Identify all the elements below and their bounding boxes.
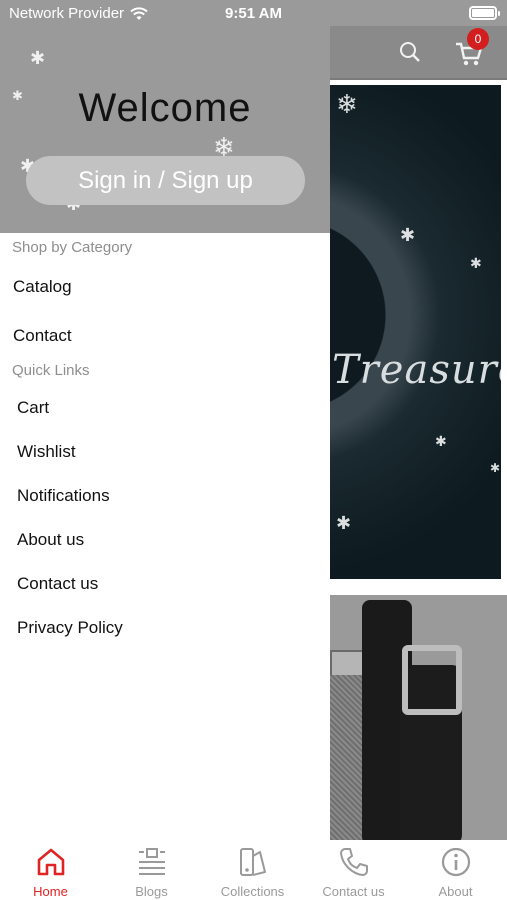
search-icon[interactable] (398, 40, 422, 64)
shop-by-category-label: Shop by Category (12, 239, 133, 256)
info-icon (441, 847, 470, 877)
home-icon (37, 848, 64, 876)
menu-item-catalog[interactable]: Catalog (13, 277, 72, 297)
banner-text: Treasure (332, 347, 501, 393)
product-image[interactable] (330, 595, 507, 840)
status-time: 9:51 AM (225, 5, 282, 22)
status-bar: Network Provider 9:51 AM (0, 0, 507, 26)
welcome-title: Welcome (78, 86, 252, 130)
snowflake-icon: ✱ (490, 461, 501, 475)
snowflake-icon: ✱ (30, 48, 46, 68)
phone-icon (339, 848, 368, 876)
tab-label: Collections (220, 884, 285, 899)
blogs-icon (138, 848, 165, 875)
snowflake-icon: ✱ (470, 255, 482, 271)
battery-icon (469, 6, 500, 20)
tab-label: Contact us (322, 884, 385, 899)
tab-home[interactable]: Home (0, 846, 101, 899)
tab-label: About (438, 884, 473, 899)
menu-item-wishlist[interactable]: Wishlist (17, 442, 76, 462)
menu-item-privacy-policy[interactable]: Privacy Policy (17, 618, 123, 638)
tab-collections[interactable]: Collections (202, 846, 303, 899)
cart-count-badge: 0 (467, 28, 489, 50)
menu-item-about-us[interactable]: About us (17, 530, 84, 550)
quick-links-label: Quick Links (12, 362, 90, 379)
tab-label: Blogs (135, 884, 168, 899)
tab-label: Home (33, 884, 68, 899)
tab-blogs[interactable]: Blogs (101, 846, 202, 899)
drawer-header: ✱ ✱ ❄ ✱ ✱ Welcome Sign in / Sign up (0, 26, 330, 233)
side-drawer: ✱ ✱ ❄ ✱ ✱ Welcome Sign in / Sign up Shop… (0, 26, 330, 840)
snowflake-icon: ✱ (435, 433, 447, 449)
menu-item-contact[interactable]: Contact (13, 326, 72, 346)
background-app: 0 Treasure ❄ ✱ ✱ ✱ ✱ ✱ (330, 26, 507, 840)
menu-item-notifications[interactable]: Notifications (17, 486, 110, 506)
tab-about[interactable]: About (405, 846, 506, 899)
app-header: 0 (330, 26, 507, 80)
sign-in-button[interactable]: Sign in / Sign up (26, 156, 305, 205)
strap-buckle (402, 645, 462, 715)
menu-item-contact-us[interactable]: Contact us (17, 574, 98, 594)
bottom-tab-bar: Home Blogs Collections Contact us About (0, 840, 507, 900)
snowflake-icon: ✱ (400, 225, 416, 245)
snowflake-icon: ❄ (336, 89, 358, 119)
hero-banner[interactable]: Treasure ❄ ✱ ✱ ✱ ✱ ✱ (330, 85, 501, 579)
collections-icon (239, 848, 266, 876)
snowflake-icon: ✱ (336, 513, 352, 533)
tab-contact-us[interactable]: Contact us (303, 846, 404, 899)
menu-item-cart[interactable]: Cart (17, 398, 49, 418)
